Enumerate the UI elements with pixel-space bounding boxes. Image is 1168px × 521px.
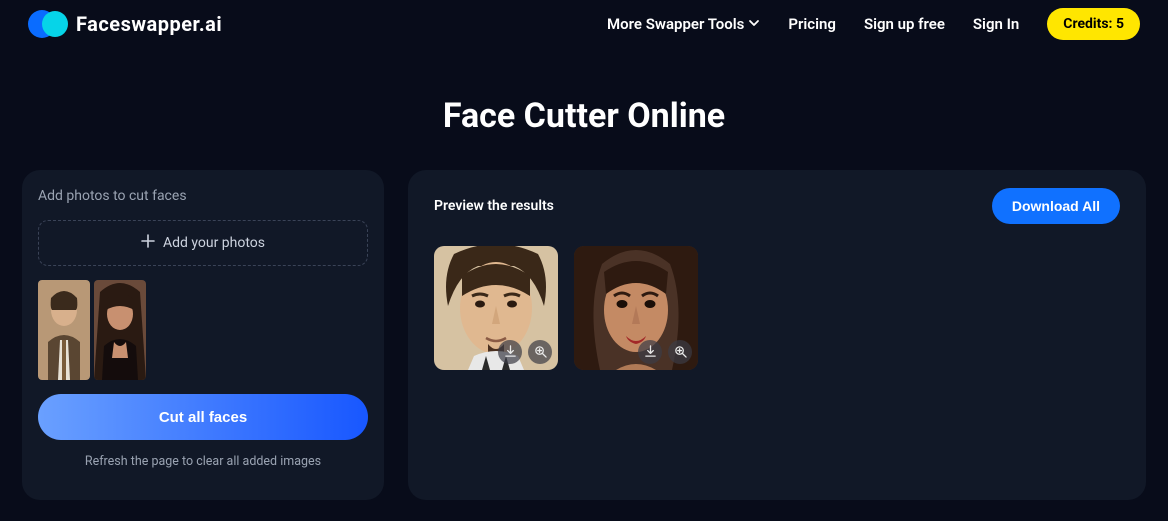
add-photos-label: Add your photos [163, 235, 265, 251]
nav-pricing-label: Pricing [788, 15, 836, 33]
zoom-icon [674, 343, 687, 362]
nav-signup-label: Sign up free [864, 15, 945, 33]
download-result-button[interactable] [498, 340, 522, 364]
nav-more-tools[interactable]: More Swapper Tools [607, 15, 760, 33]
page-title: Face Cutter Online [0, 96, 1168, 136]
nav-more-tools-label: More Swapper Tools [607, 15, 744, 33]
brand-logo[interactable]: Faceswapper.ai [28, 5, 222, 43]
download-icon [504, 343, 517, 362]
credits-badge[interactable]: Credits: 5 [1047, 8, 1140, 40]
upload-panel: Add photos to cut faces Add your photos [22, 170, 384, 500]
nav-pricing[interactable]: Pricing [788, 15, 836, 33]
cut-all-faces-label: Cut all faces [159, 409, 247, 426]
logo-icon [28, 5, 66, 43]
nav-signup[interactable]: Sign up free [864, 15, 945, 33]
nav-signin-label: Sign In [973, 15, 1019, 33]
uploaded-thumb[interactable] [94, 280, 146, 380]
zoom-result-button[interactable] [528, 340, 552, 364]
result-item [574, 246, 698, 370]
refresh-hint: Refresh the page to clear all added imag… [38, 454, 368, 469]
zoom-result-button[interactable] [668, 340, 692, 364]
credits-label: Credits: 5 [1063, 16, 1124, 32]
nav-signin[interactable]: Sign In [973, 15, 1019, 33]
preview-panel: Preview the results Download All [408, 170, 1146, 500]
download-all-label: Download All [1012, 198, 1100, 214]
chevron-down-icon [748, 15, 760, 33]
preview-heading: Preview the results [434, 198, 554, 214]
uploaded-thumb[interactable] [38, 280, 90, 380]
uploaded-thumbs [38, 280, 368, 380]
zoom-icon [534, 343, 547, 362]
top-nav: More Swapper Tools Pricing Sign up free … [607, 8, 1140, 40]
brand-name: Faceswapper.ai [76, 12, 222, 36]
add-photos-dropzone[interactable]: Add your photos [38, 220, 368, 266]
download-all-button[interactable]: Download All [992, 188, 1120, 224]
download-result-button[interactable] [638, 340, 662, 364]
result-item [434, 246, 558, 370]
upload-heading: Add photos to cut faces [38, 188, 368, 204]
plus-icon [141, 234, 155, 252]
results-grid [424, 246, 1130, 370]
cut-all-faces-button[interactable]: Cut all faces [38, 394, 368, 440]
download-icon [644, 343, 657, 362]
